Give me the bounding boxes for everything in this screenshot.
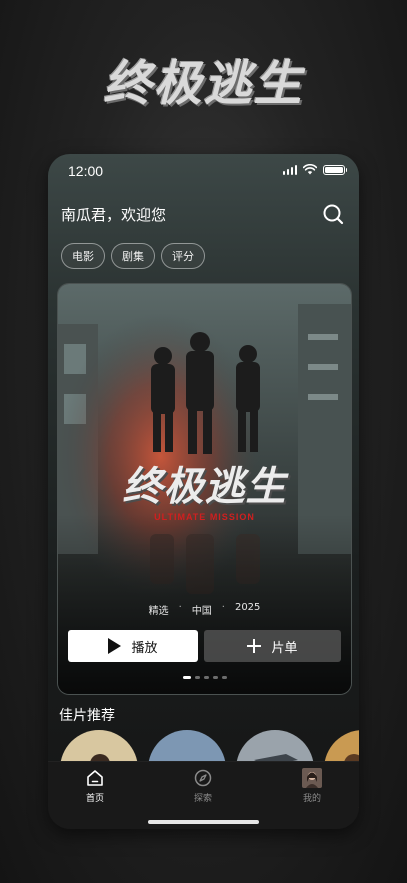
meta-tag: 精选	[148, 606, 169, 617]
phone-frame: 12:00 南瓜君，欢迎您 电影 剧集 评分 终极逃生 ULTIMATE MIS…	[48, 154, 359, 829]
promo-screen: 终极逃生 12:00 南瓜君，欢迎您 电影 剧集 评分 终极逃生 ULTIMAT…	[0, 0, 407, 883]
play-icon	[108, 638, 122, 654]
tab-home[interactable]: 首页	[65, 768, 125, 804]
compass-icon	[194, 769, 212, 787]
carousel-dot[interactable]	[221, 676, 227, 679]
wifi-icon	[303, 164, 317, 175]
meta-year: 2025	[234, 602, 261, 613]
battery-icon	[323, 164, 347, 175]
home-indicator	[148, 820, 259, 824]
play-button[interactable]: 播放	[68, 630, 198, 662]
hero-actions: 播放 片单	[68, 630, 341, 662]
greeting: 南瓜君，欢迎您	[61, 206, 167, 224]
meta-separator: ·	[178, 602, 182, 613]
status-bar: 12:00	[48, 154, 359, 188]
hero-meta: 精选 · 中国 · 2025	[58, 602, 351, 617]
meta-region: 中国	[191, 606, 212, 617]
add-to-list-button[interactable]: 片单	[204, 630, 341, 662]
search-icon	[323, 204, 344, 225]
chip-series[interactable]: 剧集	[111, 243, 155, 269]
tab-explore-label: 探索	[193, 794, 212, 804]
carousel-dot[interactable]	[212, 676, 218, 679]
tab-explore[interactable]: 探索	[173, 768, 233, 804]
category-chips: 电影 剧集 评分	[61, 243, 205, 269]
meta-separator: ·	[221, 602, 225, 613]
plus-icon	[247, 639, 262, 653]
tab-profile[interactable]: 我的	[282, 768, 342, 804]
home-icon	[87, 770, 103, 786]
list-label: 片单	[271, 640, 298, 656]
search-button[interactable]	[321, 202, 345, 226]
carousel-dot[interactable]	[182, 676, 191, 679]
status-time: 12:00	[68, 163, 104, 179]
hero-subtitle: ULTIMATE MISSION	[154, 512, 255, 522]
tab-profile-label: 我的	[302, 794, 321, 804]
carousel-dot[interactable]	[203, 676, 209, 679]
promo-title: 终极逃生	[103, 56, 304, 112]
tab-home-label: 首页	[85, 794, 104, 804]
status-icons	[282, 164, 347, 175]
chip-movies[interactable]: 电影	[61, 243, 105, 269]
chip-ratings[interactable]: 评分	[161, 243, 205, 269]
section-title-recommend: 佳片推荐	[59, 708, 115, 724]
hero-banner[interactable]: 终极逃生 ULTIMATE MISSION 精选 · 中国 · 2025 播放 …	[57, 283, 352, 695]
avatar	[302, 768, 322, 788]
carousel-dot[interactable]	[194, 676, 200, 679]
tab-bar: 首页 探索 我的	[48, 761, 359, 829]
carousel-dots	[58, 676, 351, 679]
hero-title: 终极逃生	[122, 464, 287, 510]
play-label: 播放	[131, 640, 158, 656]
signal-icon	[282, 164, 297, 175]
